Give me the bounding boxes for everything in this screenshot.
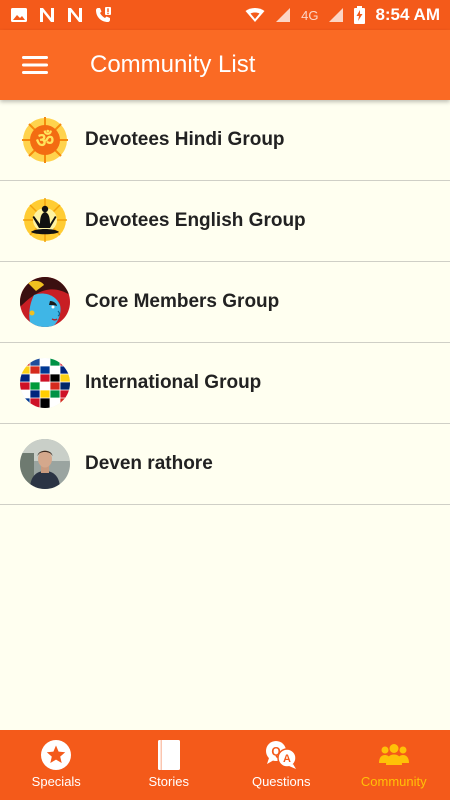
wifi-icon: [245, 7, 265, 23]
star-badge-icon: [40, 739, 72, 771]
network-type: 4G: [301, 7, 319, 23]
menu-button[interactable]: [0, 30, 70, 100]
community-name: Deven rathore: [85, 453, 213, 474]
n-app-notification-icon-2: [66, 7, 84, 23]
book-icon: [157, 739, 181, 771]
nav-label: Stories: [148, 774, 189, 789]
signal-icon-2: [328, 7, 344, 23]
community-name: International Group: [85, 372, 262, 393]
community-item-deven-rathore[interactable]: Deven rathore: [0, 424, 450, 505]
community-item-core-members[interactable]: Core Members Group: [0, 262, 450, 343]
people-group-icon: [378, 739, 410, 771]
meditation-silhouette-icon: [20, 196, 70, 246]
world-flags-icon: [20, 358, 70, 408]
qa-bubbles-icon: QA: [264, 739, 298, 771]
signal-icon: [275, 7, 291, 23]
nav-tab-stories[interactable]: Stories: [113, 730, 226, 800]
community-name: Devotees Hindi Group: [85, 129, 285, 150]
hamburger-menu-icon: [22, 56, 48, 74]
nav-tab-community[interactable]: Community: [338, 730, 450, 800]
nav-label: Specials: [31, 774, 81, 789]
nav-label: Community: [360, 774, 427, 789]
status-bar: 4G 8:54 AM: [0, 0, 450, 30]
community-name: Devotees English Group: [85, 210, 306, 231]
notification-icons: [10, 6, 112, 24]
svg-text:ॐ: ॐ: [36, 128, 54, 152]
community-name: Core Members Group: [85, 291, 280, 312]
krishna-portrait-icon: [20, 277, 70, 327]
user-photo-icon: [20, 439, 70, 489]
gallery-notification-icon: [10, 7, 28, 23]
battery-charging-icon: [354, 6, 366, 24]
nav-tab-questions[interactable]: QA Questions: [225, 730, 338, 800]
bottom-navigation: Specials Stories QA Questions Community: [0, 730, 450, 800]
community-item-devotees-hindi[interactable]: ॐ Devotees Hindi Group: [0, 100, 450, 181]
clock: 8:54 AM: [375, 5, 440, 24]
community-item-international[interactable]: International Group: [0, 343, 450, 424]
app-bar: Community List: [0, 30, 450, 100]
om-symbol-icon: ॐ: [20, 115, 70, 165]
system-icons: 4G 8:54 AM: [245, 5, 440, 25]
svg-text:A: A: [283, 753, 291, 765]
community-item-devotees-english[interactable]: Devotees English Group: [0, 181, 450, 262]
nav-tab-specials[interactable]: Specials: [0, 730, 113, 800]
missed-call-icon: [94, 6, 112, 24]
nav-label: Questions: [251, 774, 311, 789]
n-app-notification-icon: [38, 7, 56, 23]
page-title: Community List: [90, 51, 256, 78]
community-list: ॐ Devotees Hindi Group Devotees English …: [0, 100, 450, 505]
